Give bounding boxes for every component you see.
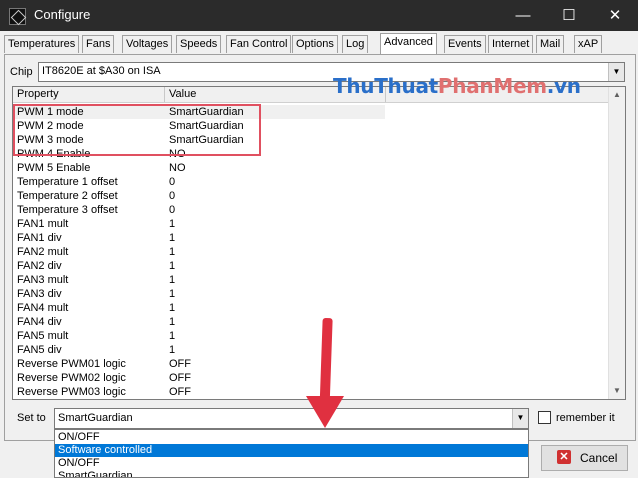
table-row[interactable]: FAN3 div 1 bbox=[13, 287, 609, 301]
value-cell: 1 bbox=[169, 218, 176, 230]
table-row[interactable]: FAN4 div 1 bbox=[13, 315, 609, 329]
cancel-label: Cancel bbox=[580, 451, 618, 465]
table-row[interactable]: FAN1 div 1 bbox=[13, 231, 609, 245]
value-cell: OFF bbox=[169, 386, 191, 398]
tab-mail[interactable]: Mail bbox=[536, 35, 565, 53]
table-row[interactable]: Reverse PWM01 logic OFF bbox=[13, 357, 609, 371]
remember-checkbox[interactable] bbox=[538, 411, 551, 424]
tab-events[interactable]: Events bbox=[444, 35, 486, 53]
table-row[interactable]: FAN2 mult 1 bbox=[13, 245, 609, 259]
tab-voltages[interactable]: Voltages bbox=[122, 35, 173, 53]
scroll-up-icon[interactable]: ▲ bbox=[609, 87, 625, 103]
table-row[interactable]: FAN3 mult 1 bbox=[13, 273, 609, 287]
table-row[interactable]: FAN4 mult 1 bbox=[13, 301, 609, 315]
property-cell: Temperature 3 offset bbox=[17, 204, 118, 216]
cancel-button[interactable]: ✕ Cancel bbox=[541, 445, 628, 471]
property-cell: FAN4 div bbox=[17, 316, 62, 328]
tab-temperatures[interactable]: Temperatures bbox=[4, 35, 80, 53]
table-row[interactable]: FAN2 div 1 bbox=[13, 259, 609, 273]
value-cell: OFF bbox=[169, 358, 191, 370]
annotation-arrow-head bbox=[306, 396, 344, 428]
property-cell: FAN5 div bbox=[17, 344, 62, 356]
value-cell: 1 bbox=[169, 316, 176, 328]
table-row[interactable]: Temperature 3 offset 0 bbox=[13, 203, 609, 217]
value-cell: NO bbox=[169, 162, 186, 174]
annotation-highlight-box bbox=[13, 104, 261, 156]
tab-advanced[interactable]: Advanced bbox=[380, 33, 437, 54]
value-cell: 1 bbox=[169, 274, 176, 286]
chevron-down-icon[interactable]: ▼ bbox=[512, 409, 528, 428]
chevron-down-icon[interactable]: ▼ bbox=[608, 63, 624, 81]
tab-options[interactable]: Options bbox=[292, 35, 338, 53]
tab-fans[interactable]: Fans bbox=[82, 35, 115, 53]
table-row[interactable]: Reverse PWM02 logic OFF bbox=[13, 371, 609, 385]
property-cell: PWM 5 Enable bbox=[17, 162, 91, 174]
minimize-button[interactable]: — bbox=[500, 0, 546, 31]
table-row[interactable]: FAN1 mult 1 bbox=[13, 217, 609, 231]
value-cell: 1 bbox=[169, 288, 176, 300]
maximize-button[interactable]: ☐ bbox=[546, 0, 592, 31]
watermark: ThuThuatPhanMem.vn bbox=[333, 74, 581, 98]
tab-xap[interactable]: xAP bbox=[574, 35, 603, 53]
table-row[interactable]: PWM 5 Enable NO bbox=[13, 161, 609, 175]
chip-value: IT8620E at $A30 on ISA bbox=[42, 65, 161, 77]
value-cell: 0 bbox=[169, 204, 176, 216]
property-cell: FAN1 div bbox=[17, 232, 62, 244]
dropdown-option[interactable]: SmartGuardian bbox=[55, 470, 528, 477]
setto-value: SmartGuardian bbox=[58, 412, 133, 424]
dropdown-option[interactable]: ON/OFF bbox=[55, 457, 528, 470]
tab-internet[interactable]: Internet bbox=[488, 35, 534, 53]
property-cell: FAN2 div bbox=[17, 260, 62, 272]
tab-log[interactable]: Log bbox=[342, 35, 369, 53]
table-row[interactable]: FAN5 div 1 bbox=[13, 343, 609, 357]
value-cell: 1 bbox=[169, 302, 176, 314]
property-cell: FAN1 mult bbox=[17, 218, 69, 230]
scroll-down-icon[interactable]: ▼ bbox=[609, 383, 625, 399]
remember-label: remember it bbox=[556, 412, 615, 424]
property-cell: Reverse PWM01 logic bbox=[17, 358, 126, 370]
setto-label: Set to bbox=[17, 412, 46, 424]
value-cell: 1 bbox=[169, 260, 176, 272]
value-cell: 1 bbox=[169, 330, 176, 342]
dropdown-option-selected[interactable]: Software controlled bbox=[55, 444, 528, 457]
app-icon bbox=[9, 8, 26, 25]
property-cell: FAN2 mult bbox=[17, 246, 69, 258]
table-row[interactable]: Temperature 1 offset 0 bbox=[13, 175, 609, 189]
value-cell: 1 bbox=[169, 344, 176, 356]
table-row[interactable]: Temperature 2 offset 0 bbox=[13, 189, 609, 203]
chip-label: Chip bbox=[10, 66, 33, 78]
property-cell: Reverse PWM02 logic bbox=[17, 372, 126, 384]
dropdown-option[interactable]: ON/OFF bbox=[55, 431, 528, 444]
close-button[interactable]: ✕ bbox=[592, 0, 638, 31]
tab-fan-control[interactable]: Fan Control bbox=[226, 35, 292, 53]
value-cell: 1 bbox=[169, 246, 176, 258]
value-cell: 0 bbox=[169, 176, 176, 188]
table-row[interactable]: FAN5 mult 1 bbox=[13, 329, 609, 343]
property-cell: FAN3 mult bbox=[17, 274, 69, 286]
property-cell: FAN3 div bbox=[17, 288, 62, 300]
cancel-icon: ✕ bbox=[557, 450, 571, 464]
vertical-scrollbar[interactable]: ▲ ▼ bbox=[608, 87, 625, 399]
property-cell: Temperature 2 offset bbox=[17, 190, 118, 202]
column-header-property[interactable]: Property bbox=[13, 87, 165, 102]
value-cell: 1 bbox=[169, 232, 176, 244]
property-cell: Reverse PWM03 logic bbox=[17, 386, 126, 398]
tab-speeds[interactable]: Speeds bbox=[176, 35, 222, 53]
property-cell: FAN5 mult bbox=[17, 330, 69, 342]
setto-dropdown-list[interactable]: ON/OFF Software controlled ON/OFF SmartG… bbox=[54, 429, 529, 478]
value-cell: OFF bbox=[169, 372, 191, 384]
property-cell: FAN4 mult bbox=[17, 302, 69, 314]
setto-select[interactable]: SmartGuardian ▼ bbox=[54, 408, 529, 429]
window-title: Configure bbox=[34, 7, 91, 22]
title-bar: Configure — ☐ ✕ bbox=[0, 0, 638, 31]
property-cell: Temperature 1 offset bbox=[17, 176, 118, 188]
value-cell: 0 bbox=[169, 190, 176, 202]
